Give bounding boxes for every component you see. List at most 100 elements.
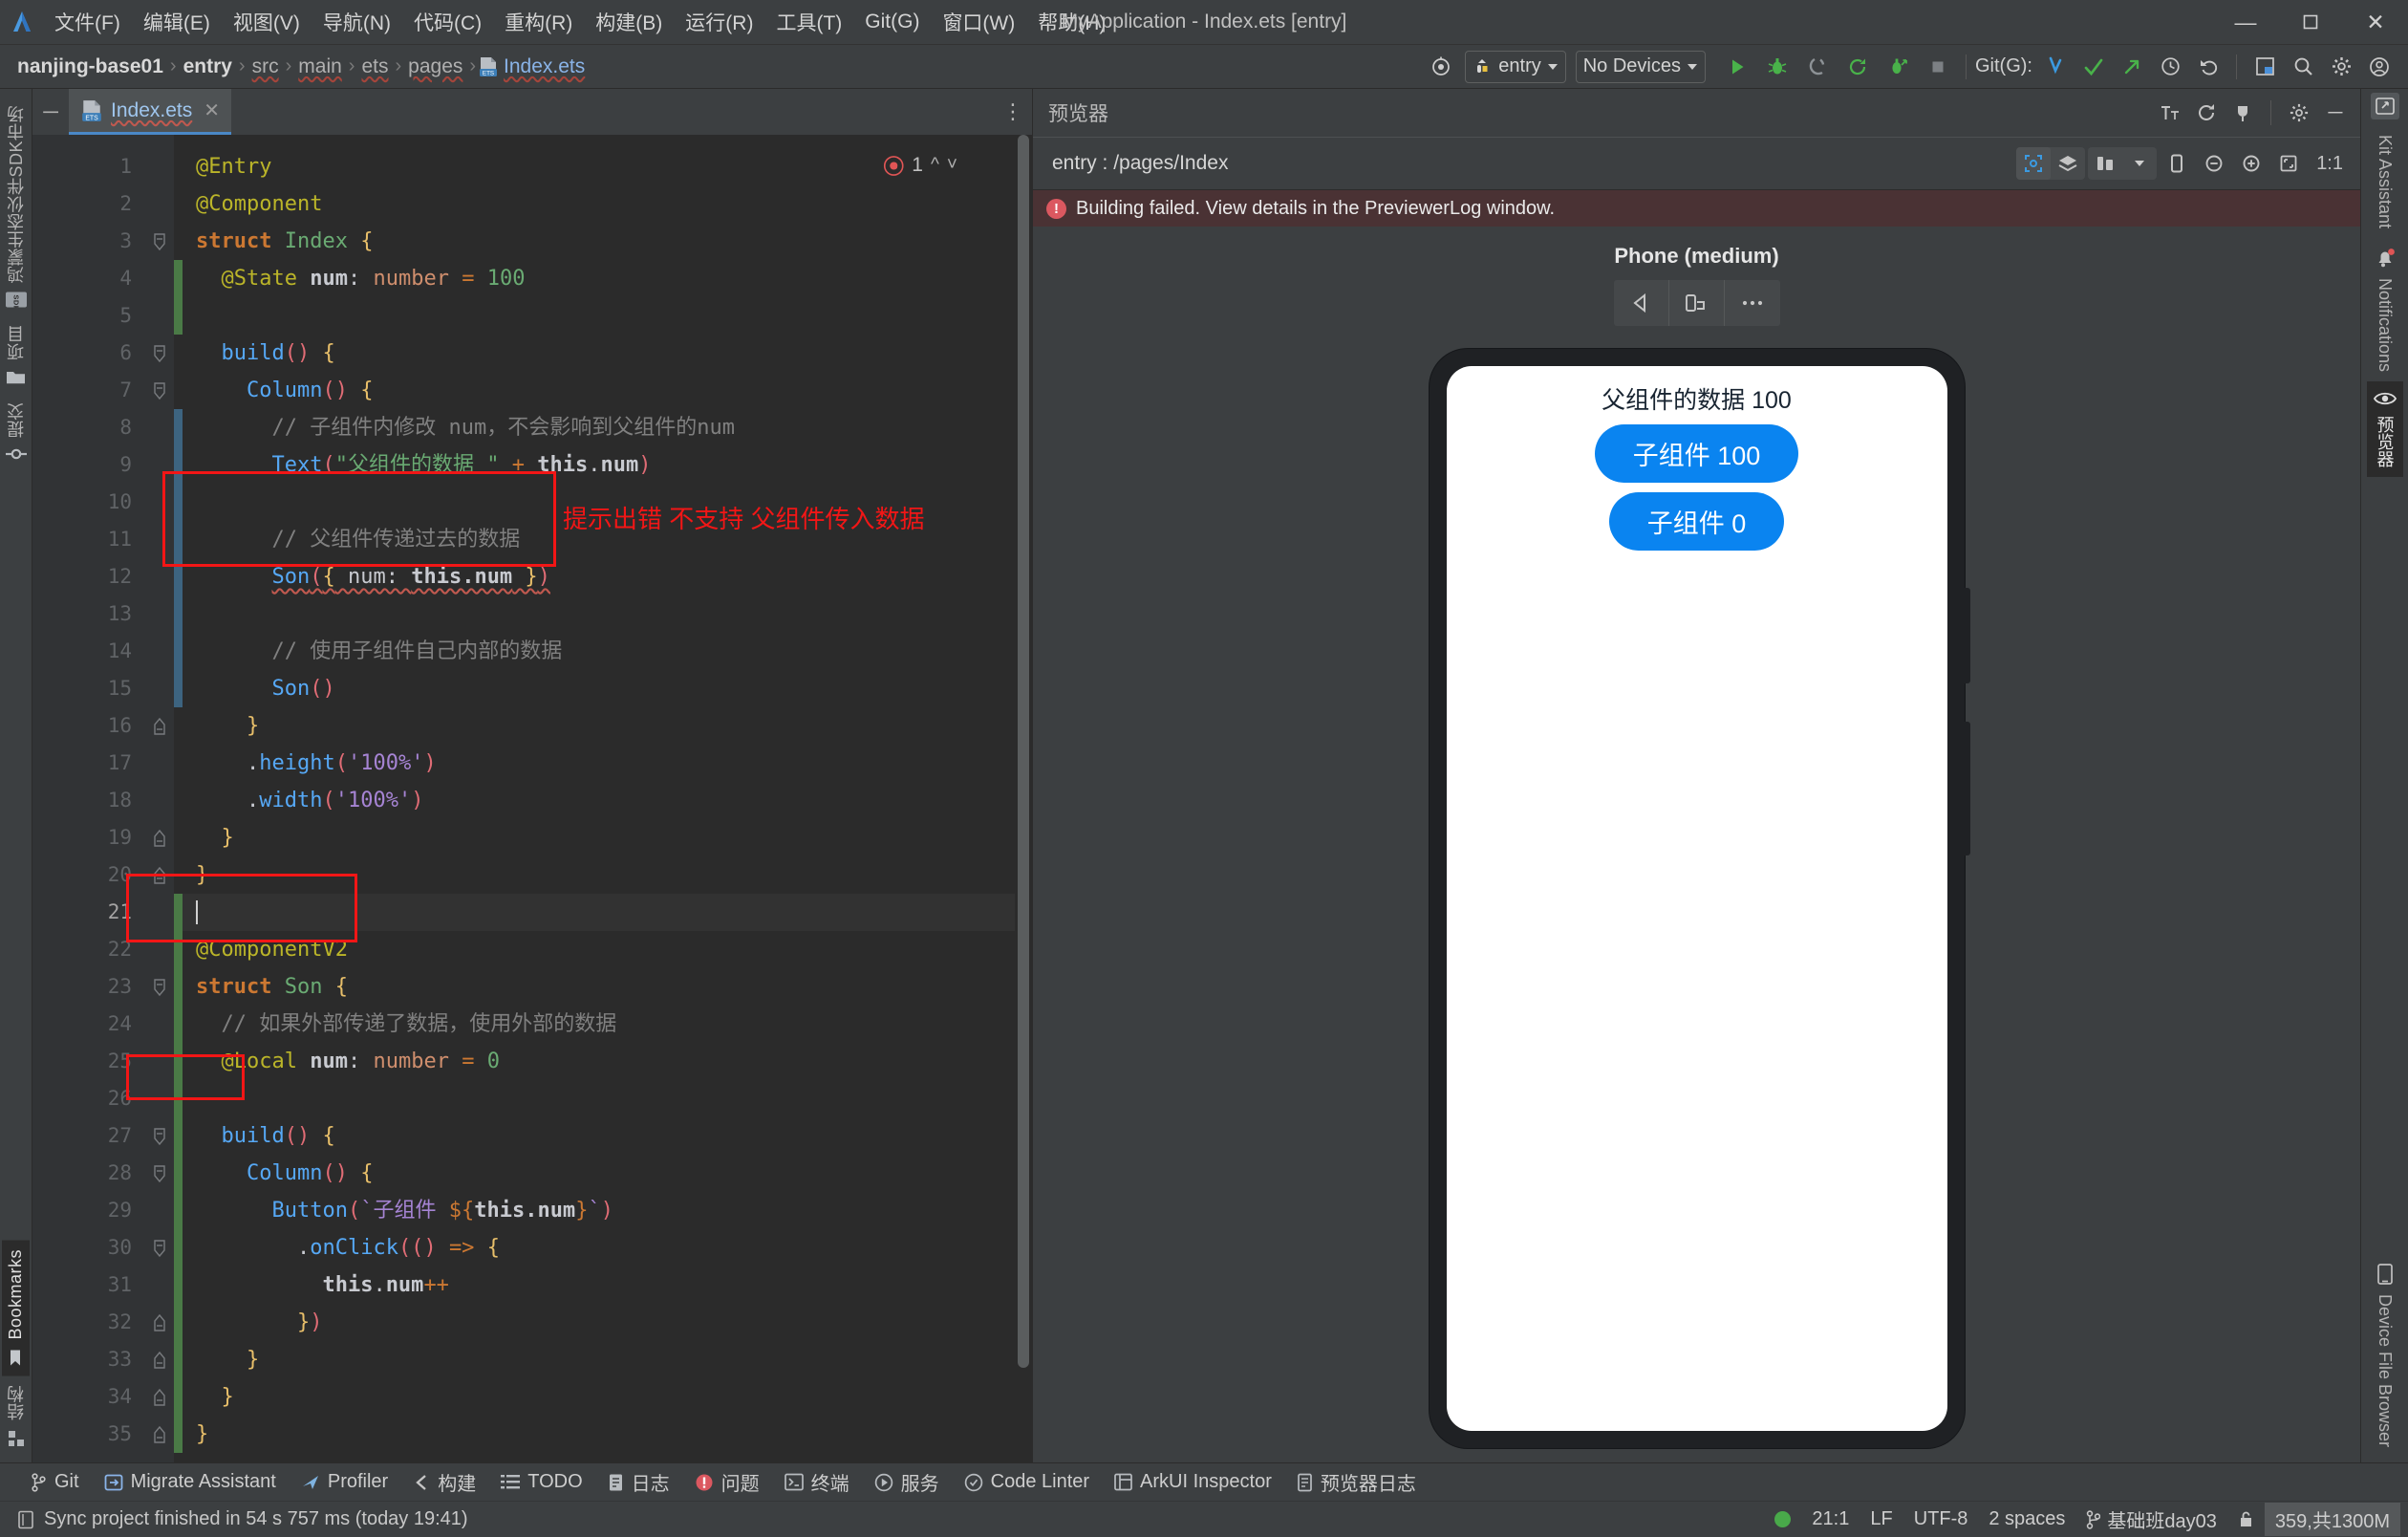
- fold-collapse-icon[interactable]: [145, 1341, 174, 1378]
- fold-expand-icon[interactable]: [145, 335, 174, 372]
- code-line[interactable]: .onClick(() => {: [183, 1229, 1032, 1266]
- code-line[interactable]: }: [183, 1378, 1032, 1416]
- code-line[interactable]: @ComponentV2: [183, 931, 1032, 968]
- sidebar-tab-notifications[interactable]: Notifications: [2369, 238, 2401, 381]
- caret-position[interactable]: 21:1: [1801, 1505, 1860, 1533]
- hide-panel-icon[interactable]: ─: [2318, 97, 2353, 129]
- git-branch[interactable]: 基础班day03: [2075, 1503, 2227, 1536]
- menu-navigate[interactable]: 导航(N): [312, 4, 401, 40]
- multi-device-icon[interactable]: [2088, 147, 2122, 180]
- plug-icon[interactable]: [2225, 97, 2260, 129]
- rollback-icon[interactable]: [2189, 49, 2227, 85]
- zoom-in-icon[interactable]: [2234, 147, 2268, 180]
- fold-collapse-icon[interactable]: [145, 1378, 174, 1416]
- menu-git[interactable]: Git(G): [854, 7, 930, 37]
- window-controls[interactable]: — ✕: [2213, 0, 2408, 45]
- code-folding-column[interactable]: [145, 135, 174, 1462]
- target-icon[interactable]: [1422, 49, 1460, 85]
- code-line[interactable]: [183, 1080, 1032, 1117]
- menu-view[interactable]: 视图(V): [223, 4, 311, 40]
- code-line[interactable]: struct Index {: [183, 223, 1032, 260]
- menu-tools[interactable]: 工具(T): [765, 4, 852, 40]
- toolwindow-log[interactable]: 日志: [595, 1465, 682, 1499]
- maximize-button[interactable]: [2278, 0, 2343, 45]
- fold-collapse-icon[interactable]: [145, 1304, 174, 1341]
- file-encoding[interactable]: UTF-8: [1903, 1505, 1979, 1533]
- menu-bar[interactable]: 文件(F) 编辑(E) 视图(V) 导航(N) 代码(C) 重构(R) 构建(B…: [44, 4, 1116, 40]
- breadcrumb-main[interactable]: main: [294, 54, 346, 80]
- code-line[interactable]: }: [183, 1341, 1032, 1378]
- search-icon[interactable]: [2284, 49, 2322, 85]
- fit-screen-icon[interactable]: [2271, 147, 2306, 180]
- code-line[interactable]: Son({ num: this.num }): [183, 558, 1032, 595]
- minimize-button[interactable]: —: [2213, 0, 2278, 45]
- code-line[interactable]: // 使用子组件自己内部的数据: [183, 633, 1032, 670]
- code-line[interactable]: build() {: [183, 335, 1032, 372]
- collapse-icon[interactable]: ─: [32, 89, 69, 135]
- breadcrumb-project[interactable]: nanjing-base01: [13, 54, 167, 80]
- phone-screen[interactable]: 父组件的数据 100 子组件 100 子组件 0: [1446, 366, 1947, 1431]
- menu-file[interactable]: 文件(F): [44, 4, 131, 40]
- git-push-icon[interactable]: [2113, 49, 2151, 85]
- toolwindow-services[interactable]: 服务: [862, 1465, 952, 1499]
- sidebar-tab-sdk-market[interactable]: SDK 鸿蒙生态伙伴SDK市场: [0, 97, 32, 316]
- code-line[interactable]: }: [183, 856, 1032, 894]
- code-line[interactable]: // 如果外部传递了数据，使用外部的数据: [183, 1006, 1032, 1043]
- device-selector[interactable]: No Devices: [1575, 50, 1706, 83]
- layers-icon[interactable]: [2051, 147, 2085, 180]
- menu-run[interactable]: 运行(R): [675, 4, 763, 40]
- code-line[interactable]: .width('100%'): [183, 782, 1032, 819]
- chevron-down-icon[interactable]: ˅: [947, 155, 957, 176]
- preview-child-button-2[interactable]: 子组件 0: [1608, 492, 1785, 551]
- editor-scrollbar[interactable]: [1015, 135, 1032, 1462]
- code-line[interactable]: Son(): [183, 670, 1032, 707]
- code-line[interactable]: Button(`子组件 ${this.num}`): [183, 1192, 1032, 1229]
- menu-window[interactable]: 窗口(W): [932, 4, 1025, 40]
- more-icon[interactable]: [1725, 280, 1780, 326]
- toolwindow-problems[interactable]: 问题: [682, 1465, 772, 1499]
- fold-collapse-icon[interactable]: [145, 856, 174, 894]
- git-update-icon[interactable]: [2036, 49, 2075, 85]
- breadcrumb-module[interactable]: entry: [180, 54, 236, 80]
- fold-expand-icon[interactable]: [145, 968, 174, 1006]
- code-text-area[interactable]: @Entry @Component struct Index { @State nu…: [183, 135, 1032, 1462]
- menu-help[interactable]: 帮助(H): [1027, 4, 1116, 40]
- git-commit-icon[interactable]: [2075, 49, 2113, 85]
- toolwindow-build[interactable]: 构建: [400, 1465, 488, 1499]
- toolwindow-terminal[interactable]: 终端: [772, 1465, 862, 1499]
- code-line[interactable]: Text("父组件的数据 " + this.num): [183, 446, 1032, 484]
- breadcrumb-src[interactable]: src: [248, 54, 283, 80]
- settings-icon[interactable]: [2282, 97, 2316, 129]
- breadcrumb-file[interactable]: ETS Index.ets: [479, 55, 585, 78]
- chevron-up-icon[interactable]: ^: [931, 155, 939, 176]
- code-line[interactable]: Column() {: [183, 1155, 1032, 1192]
- inspector-icon[interactable]: [2016, 147, 2052, 180]
- close-button[interactable]: ✕: [2343, 0, 2408, 45]
- toolwindow-arkui-inspector[interactable]: ArkUI Inspector: [1102, 1468, 1284, 1496]
- sidebar-tab-bookmarks[interactable]: Bookmarks: [2, 1241, 30, 1376]
- editor-scrollbar-thumb[interactable]: [1018, 135, 1029, 1368]
- refresh-icon[interactable]: [2189, 97, 2224, 129]
- account-icon[interactable]: [2360, 49, 2398, 85]
- fold-expand-icon[interactable]: [145, 1117, 174, 1155]
- code-editor[interactable]: 1 2 3 4 5 6 7 8 9 10 11 12 13 14 15 16 17 18 19 20 21 22 23 24 2…: [32, 135, 1032, 1462]
- sidebar-tab-device-file-browser[interactable]: Device File Browser: [2369, 1254, 2400, 1457]
- code-line[interactable]: this.num++: [183, 1266, 1032, 1304]
- code-line[interactable]: @State num: number = 100: [183, 260, 1032, 297]
- code-line[interactable]: }: [183, 819, 1032, 856]
- profile-icon[interactable]: [1879, 49, 1917, 85]
- breadcrumb[interactable]: nanjing-base01 › entry › src › main › et…: [13, 54, 585, 80]
- chevron-down-icon[interactable]: [2122, 147, 2157, 180]
- sidebar-tab-previewer[interactable]: 预览器: [2366, 381, 2403, 478]
- run-configuration-selector[interactable]: entry: [1465, 50, 1566, 83]
- coverage-icon[interactable]: [1798, 49, 1837, 85]
- fold-collapse-icon[interactable]: [145, 707, 174, 745]
- settings-icon[interactable]: [2322, 49, 2360, 85]
- line-separator[interactable]: LF: [1860, 1505, 1903, 1533]
- code-line[interactable]: [183, 894, 1032, 931]
- menu-edit[interactable]: 编辑(E): [133, 4, 221, 40]
- toolwindow-migrate-assistant[interactable]: Migrate Assistant: [92, 1468, 289, 1496]
- run-icon[interactable]: [1718, 49, 1756, 85]
- indent-setting[interactable]: 2 spaces: [1978, 1505, 2075, 1533]
- menu-code[interactable]: 代码(C): [403, 4, 492, 40]
